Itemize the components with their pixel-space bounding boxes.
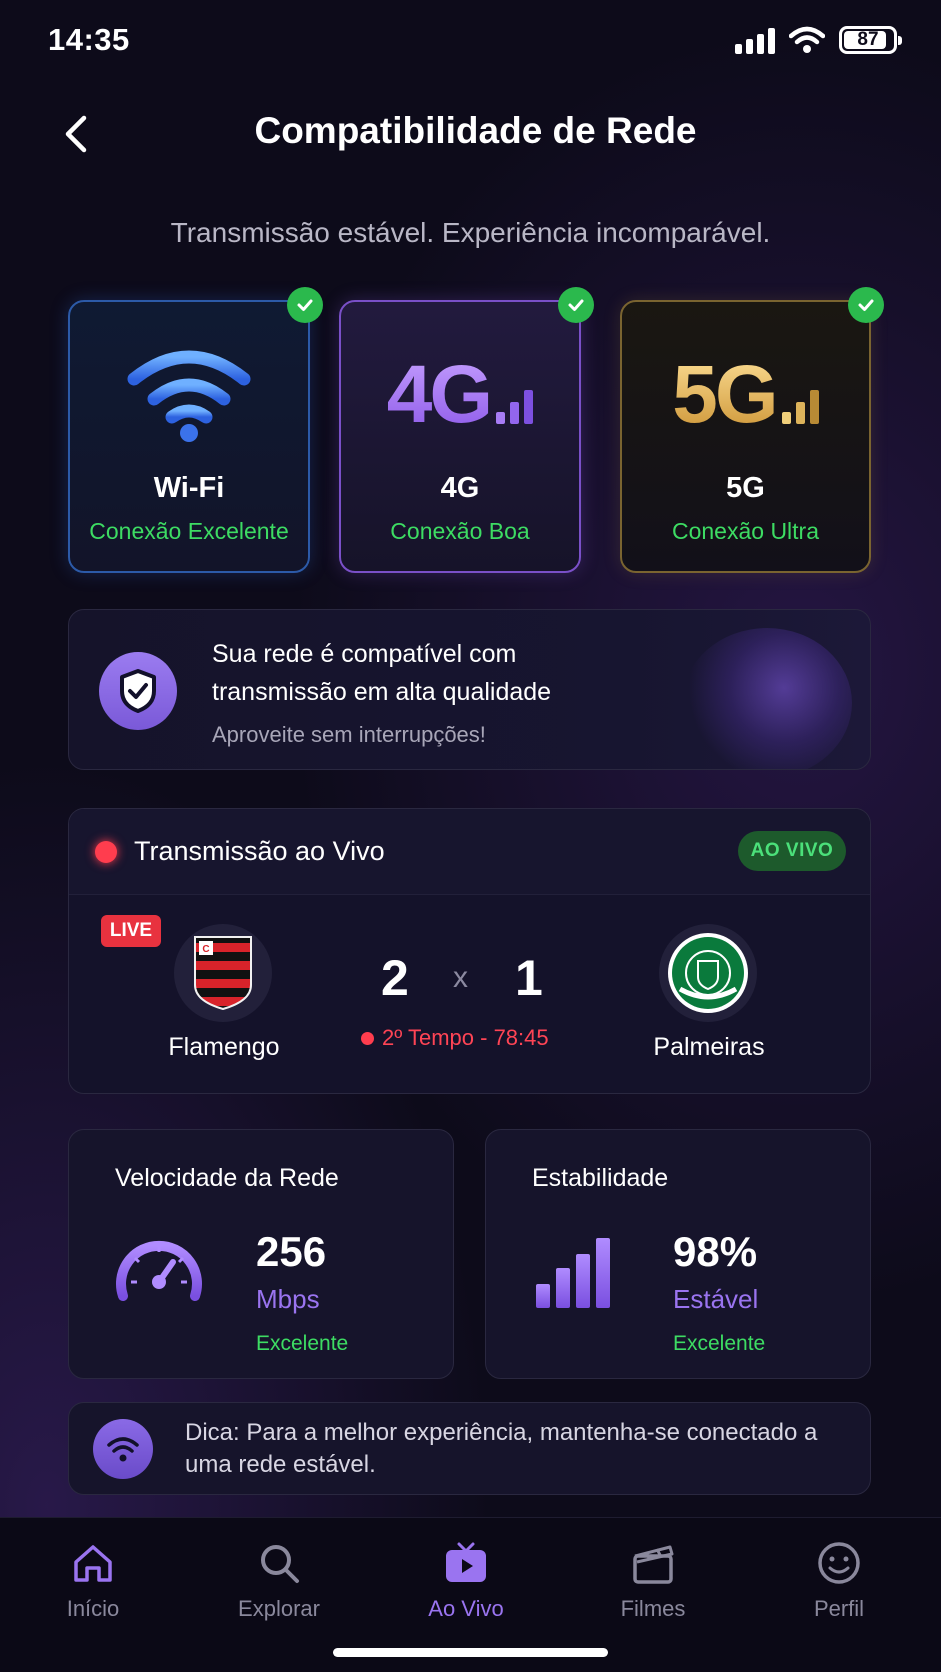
network-card-4g[interactable]: 4G 4G Conexão Boa bbox=[339, 287, 594, 573]
status-icons: 87 bbox=[735, 26, 902, 54]
network-name: 4G bbox=[440, 472, 480, 504]
network-card-5g[interactable]: 5G 5G Conexão Ultra bbox=[620, 287, 884, 573]
clapperboard-icon bbox=[633, 1545, 674, 1584]
away-team-name: Palmeiras bbox=[653, 1033, 765, 1061]
signal-bars-icon bbox=[781, 384, 819, 424]
live-indicator-dot bbox=[95, 841, 117, 863]
home-score: 2 bbox=[381, 950, 409, 1006]
check-icon bbox=[558, 287, 594, 323]
nav-label: Perfil bbox=[813, 1596, 865, 1621]
live-broadcast-card[interactable]: Transmissão ao Vivo AO VIVO LIVE C Flame… bbox=[68, 808, 871, 1094]
home-indicator bbox=[333, 1648, 608, 1657]
nav-item-explorar[interactable]: Explorar bbox=[209, 1538, 349, 1622]
nav-item-filmes[interactable]: Filmes bbox=[583, 1538, 723, 1622]
away-score: 1 bbox=[515, 950, 543, 1006]
network-status: Conexão Boa bbox=[390, 518, 530, 544]
speed-card: Velocidade da Rede 256 Mbps Excelente bbox=[68, 1129, 454, 1379]
flamengo-crest: C bbox=[174, 924, 272, 1022]
battery-level: 87 bbox=[857, 29, 879, 50]
cellular-signal-icon bbox=[735, 26, 775, 54]
battery-icon: 87 bbox=[839, 26, 902, 54]
stability-value: 98% bbox=[673, 1228, 758, 1275]
live-title: Transmissão ao Vivo bbox=[134, 836, 385, 866]
stability-card: Estabilidade 98% Estável Excelente bbox=[485, 1129, 871, 1379]
compatibility-card: Sua rede é compatível com transmissão em… bbox=[68, 609, 871, 770]
5g-badge: 5G bbox=[672, 349, 778, 440]
search-icon bbox=[261, 1545, 299, 1583]
signal-bars-icon bbox=[496, 384, 534, 424]
match-time: 2º Tempo - 78:45 bbox=[361, 1025, 549, 1051]
home-team-name: Flamengo bbox=[168, 1033, 280, 1061]
speed-value: 256 bbox=[256, 1228, 327, 1275]
speed-unit: Mbps bbox=[256, 1284, 320, 1314]
nav-item-perfil[interactable]: Perfil bbox=[769, 1538, 909, 1622]
check-icon bbox=[287, 287, 323, 323]
tv-play-icon bbox=[446, 1542, 486, 1582]
4g-badge: 4G bbox=[386, 349, 493, 440]
page-title: Compatibilidade de Rede bbox=[254, 110, 697, 151]
nav-label: Início bbox=[66, 1596, 120, 1621]
check-icon bbox=[848, 287, 884, 323]
match-time-text: 2º Tempo - 78:45 bbox=[382, 1025, 549, 1050]
network-status: Conexão Ultra bbox=[671, 518, 820, 544]
stability-unit: Estável bbox=[673, 1284, 759, 1314]
ao-vivo-badge: AO VIVO bbox=[738, 831, 846, 871]
svg-text:C: C bbox=[202, 944, 209, 955]
status-time: 14:35 bbox=[48, 22, 130, 57]
wifi-status-icon bbox=[789, 26, 825, 53]
compat-message-line1: Sua rede é compatível com bbox=[212, 640, 517, 668]
live-dot-icon bbox=[361, 1031, 374, 1045]
tip-card: Dica: Para a melhor experiência, mantenh… bbox=[68, 1402, 871, 1495]
shield-check-icon bbox=[99, 652, 177, 730]
nav-label: Explorar bbox=[238, 1596, 320, 1621]
live-header: Transmissão ao Vivo AO VIVO bbox=[69, 809, 870, 895]
tip-text: Dica: Para a melhor experiência, mantenh… bbox=[185, 1419, 818, 1478]
nav-label: Ao Vivo bbox=[428, 1596, 504, 1621]
speed-title: Velocidade da Rede bbox=[115, 1164, 339, 1192]
score-separator: x bbox=[453, 961, 468, 994]
speedometer-icon bbox=[116, 1240, 202, 1301]
live-tag: LIVE bbox=[101, 915, 161, 947]
home-icon bbox=[74, 1545, 112, 1582]
nav-item-inicio[interactable]: Início bbox=[23, 1538, 163, 1622]
nav-item-ao-vivo[interactable]: Ao Vivo bbox=[396, 1538, 536, 1622]
stability-title: Estabilidade bbox=[532, 1164, 669, 1192]
page-subtitle: Transmissão estável. Experiência incompa… bbox=[170, 217, 771, 248]
speed-quality: Excelente bbox=[256, 1332, 349, 1355]
network-status: Conexão Excelente bbox=[89, 518, 289, 544]
nav-label: Filmes bbox=[620, 1596, 686, 1621]
compat-message-line2: transmissão em alta qualidade bbox=[212, 678, 552, 706]
compat-subtext: Aproveite sem interrupções! bbox=[212, 722, 486, 747]
globe-decoration bbox=[682, 628, 852, 769]
network-card-wifi[interactable]: Wi-Fi Conexão Excelente bbox=[68, 287, 323, 573]
smiley-icon bbox=[818, 1542, 860, 1584]
wifi-icon bbox=[127, 350, 251, 442]
stability-quality: Excelente bbox=[673, 1332, 766, 1355]
wifi-tip-icon bbox=[93, 1419, 153, 1479]
bar-chart-icon bbox=[536, 1238, 610, 1308]
bottom-nav: Início Explorar Ao Vivo Filmes Perfil bbox=[0, 1517, 941, 1672]
network-name: 5G bbox=[726, 472, 765, 504]
palmeiras-crest bbox=[659, 924, 757, 1022]
network-name: Wi-Fi bbox=[153, 472, 225, 504]
